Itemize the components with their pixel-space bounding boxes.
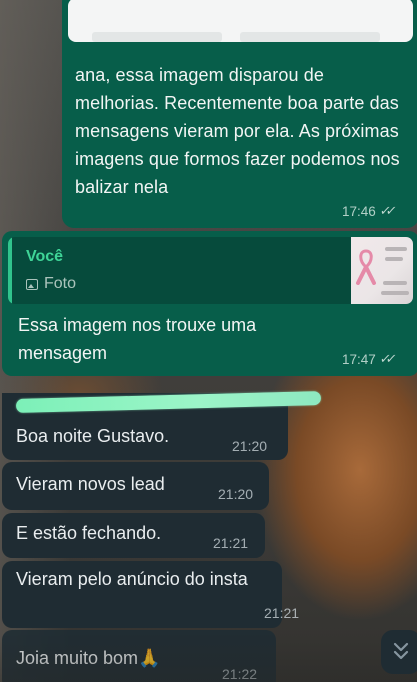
incoming-message-bubble[interactable]: Vieram novos lead 21:20 [2, 462, 269, 510]
quote-accent-bar [8, 237, 12, 304]
redacted-sender-name [15, 391, 322, 413]
link-preview-card[interactable] [68, 0, 413, 42]
message-text: E estão fechando. [16, 523, 162, 543]
quoted-message[interactable]: Você Foto [8, 237, 413, 304]
message-meta: 17:46 ✓✓ [342, 203, 397, 219]
quote-type-label: Foto [44, 275, 77, 292]
message-text: ana, essa imagem disparou de melhorias. … [75, 65, 400, 197]
message-text: Joia muito bom🙏 [16, 648, 161, 668]
incoming-message-bubble[interactable]: Boa noite Gustavo. 21:20 [2, 391, 322, 460]
quote-author: Você [26, 248, 64, 265]
pink-ribbon-icon [356, 249, 376, 285]
incoming-message-bubble[interactable]: E estão fechando. 21:21 [2, 513, 265, 558]
outgoing-message-bubble[interactable]: ana, essa imagem disparou de melhorias. … [62, 0, 417, 228]
message-time: 21:20 [232, 438, 268, 454]
message-time: 21:22 [222, 666, 258, 682]
message-time: 17:46 [342, 203, 376, 219]
outgoing-message-bubble[interactable]: Você Foto Essa imagem nos trouxe uma men… [2, 231, 417, 376]
message-text: Boa noite Gustavo. [16, 426, 170, 446]
double-chevron-down-icon [393, 642, 409, 660]
incoming-message-bubble[interactable]: Joia muito bom🙏 21:22 [2, 630, 276, 682]
message-time: 21:21 [213, 535, 249, 551]
message-time: 21:20 [218, 486, 254, 502]
message-time: 17:47 [342, 351, 376, 367]
quote-type: Foto [26, 275, 76, 293]
double-check-icon: ✓✓ [378, 351, 394, 366]
scroll-to-bottom-button[interactable] [381, 630, 417, 674]
quote-thumbnail[interactable] [351, 237, 413, 304]
message-meta: 17:47 ✓✓ [342, 351, 397, 367]
double-check-icon: ✓✓ [378, 203, 394, 218]
message-time: 21:21 [264, 605, 300, 621]
message-text: Vieram novos lead [16, 474, 165, 494]
message-text: Vieram pelo anúncio do insta [16, 569, 248, 589]
photo-icon [26, 278, 38, 290]
incoming-message-bubble[interactable]: Vieram pelo anúncio do insta 21:21 [2, 561, 299, 628]
message-text: Essa imagem nos trouxe uma mensagem [18, 315, 257, 363]
